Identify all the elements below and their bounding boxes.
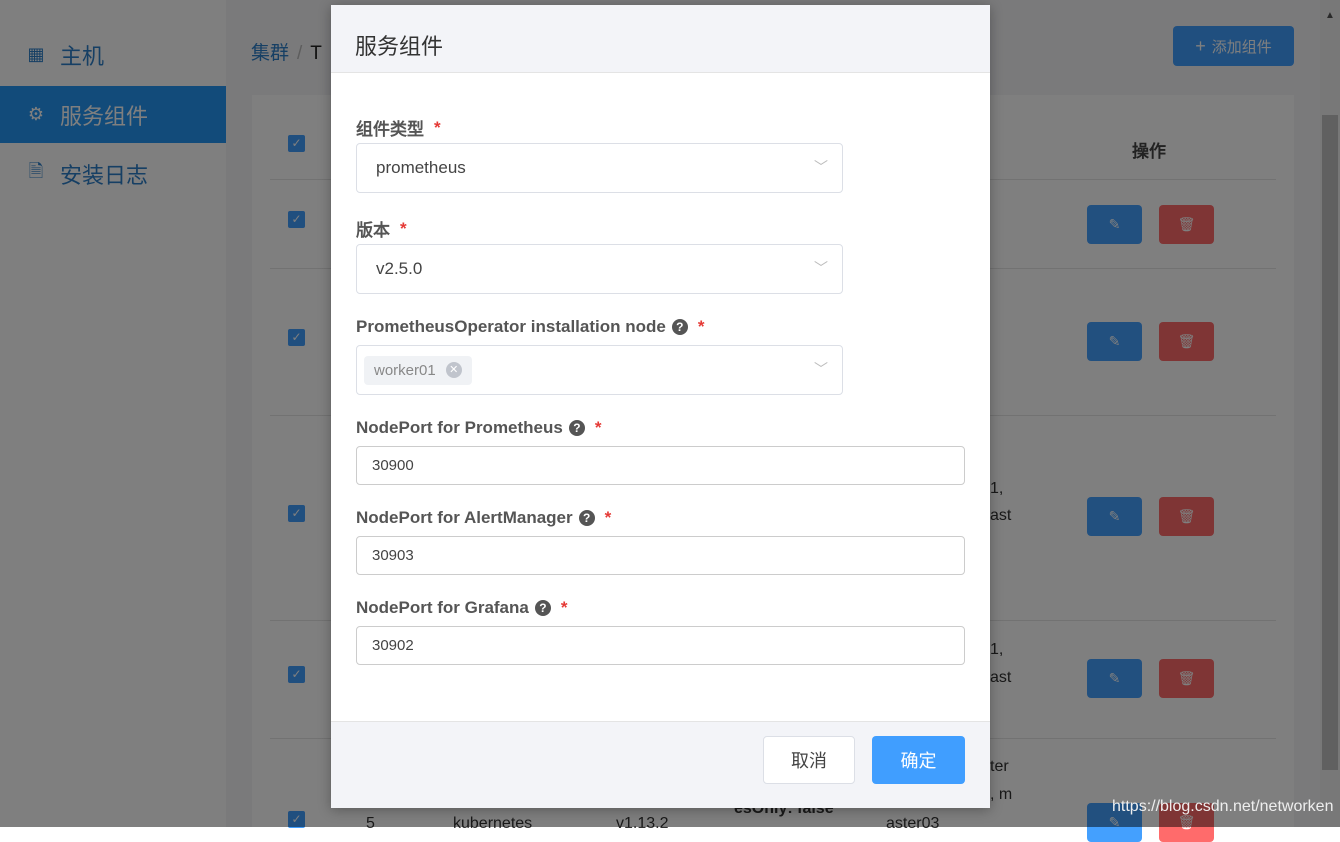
confirm-button[interactable]: 确定 (872, 736, 965, 784)
service-component-dialog: 服务组件 组件类型 * prometheus ﹀ 版本 * v2.5.0 ﹀ Prome… (331, 5, 990, 808)
required-mark: * (697, 317, 705, 336)
nodeport-alertmanager-input[interactable]: 30903 (356, 536, 965, 575)
help-icon[interactable]: ? (568, 420, 585, 436)
nodeport-prometheus-input[interactable]: 30900 (356, 446, 965, 485)
chevron-down-icon: ﹀ (814, 159, 828, 175)
watermark: https://blog.csdn.net/networken (1112, 798, 1334, 815)
chevron-down-icon: ﹀ (814, 260, 828, 276)
node-tag: worker01 ✕ (364, 355, 472, 385)
field-label-nodeport-alertmanager: NodePort for AlertManager? * (356, 508, 612, 527)
chevron-down-icon: ﹀ (814, 361, 828, 377)
component-type-select[interactable]: prometheus ﹀ (356, 143, 843, 193)
required-mark: * (560, 598, 568, 617)
dialog-footer: 取消 确定 (331, 721, 990, 808)
field-label-nodeport-grafana: NodePort for Grafana? * (356, 598, 568, 617)
cancel-button[interactable]: 取消 (763, 736, 855, 784)
required-mark: * (400, 218, 407, 238)
tag-close-icon[interactable]: ✕ (445, 362, 462, 378)
version-select[interactable]: v2.5.0 ﹀ (356, 244, 843, 294)
field-label-version: 版本 * (356, 218, 407, 241)
select-value: prometheus (376, 158, 466, 177)
required-mark: * (594, 418, 602, 437)
help-icon[interactable]: ? (534, 600, 551, 616)
field-label-nodeport-prometheus: NodePort for Prometheus? * (356, 418, 602, 437)
field-label-component-type: 组件类型 * (356, 117, 441, 140)
required-mark: * (434, 117, 441, 137)
operator-node-select[interactable]: worker01 ✕ ﹀ (356, 345, 843, 395)
help-icon[interactable]: ? (671, 319, 688, 335)
nodeport-grafana-input[interactable]: 30902 (356, 626, 965, 665)
field-label-operator-node: PrometheusOperator installation node? * (356, 317, 705, 336)
help-icon[interactable]: ? (578, 510, 595, 526)
select-value: v2.5.0 (376, 259, 423, 278)
required-mark: * (604, 508, 612, 527)
dialog-title: 服务组件 (331, 5, 990, 73)
